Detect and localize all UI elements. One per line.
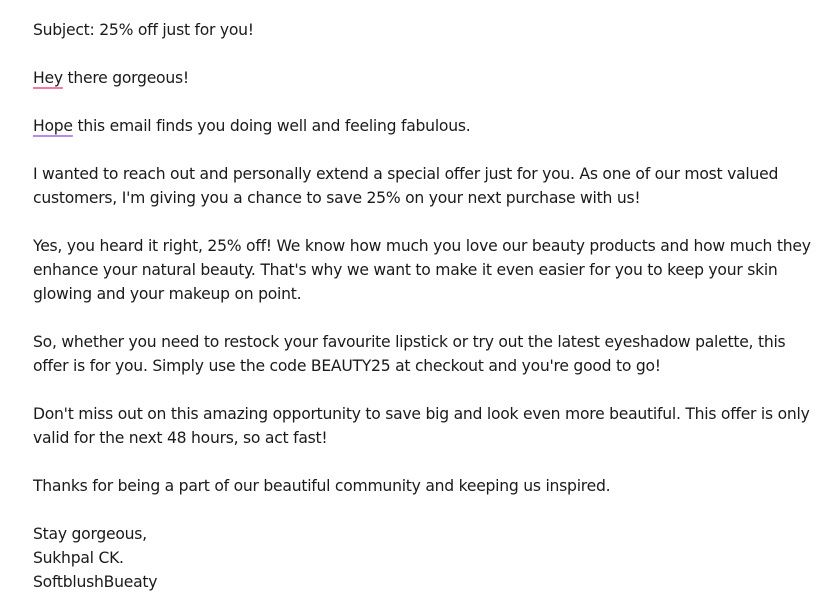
email-document[interactable]: Subject: 25% off just for you! Hey there… xyxy=(33,18,813,594)
body-paragraph-urgency: Don't miss out on this amazing opportuni… xyxy=(33,405,810,447)
body-paragraph-discount: Yes, you heard it right, 25% off! We kno… xyxy=(33,237,811,303)
body-paragraph-thanks: Thanks for being a part of our beautiful… xyxy=(33,477,611,495)
spellcheck-flagged-word[interactable]: Hey xyxy=(33,69,63,87)
greeting-text: there gorgeous! xyxy=(62,69,190,87)
greeting-line: Hey there gorgeous! xyxy=(33,66,813,90)
opening-line: Hope this email finds you doing well and… xyxy=(33,114,813,138)
body-paragraph-offer: I wanted to reach out and personally ext… xyxy=(33,165,779,207)
signoff: Stay gorgeous, xyxy=(33,525,147,543)
body-paragraph-code: So, whether you need to restock your fav… xyxy=(33,333,786,375)
opening-text: this email finds you doing well and feel… xyxy=(72,117,471,135)
brand-name: SoftblushBueaty xyxy=(33,573,158,591)
sender-name: Sukhpal CK. xyxy=(33,549,124,567)
subject-line: Subject: 25% off just for you! xyxy=(33,21,254,39)
grammar-flagged-word[interactable]: Hope xyxy=(33,117,73,135)
